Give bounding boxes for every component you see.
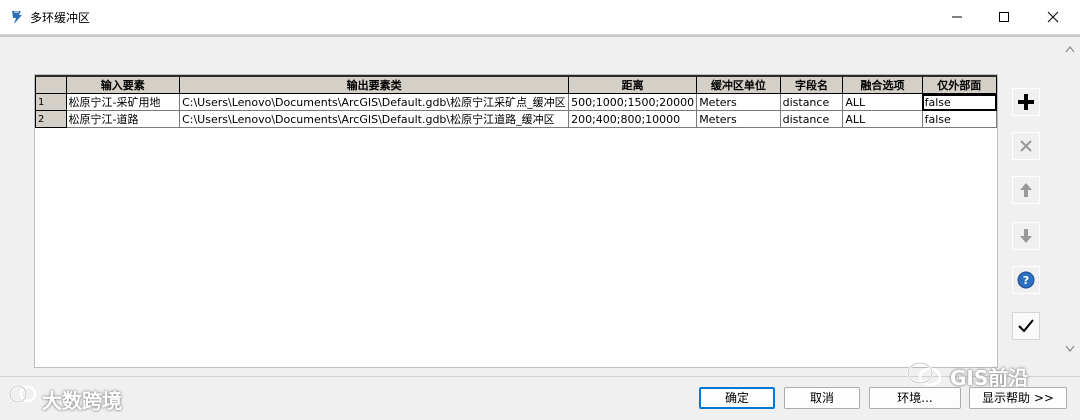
row-number[interactable]: 2	[35, 110, 67, 128]
add-row-button[interactable]	[1012, 88, 1040, 116]
scroll-down-icon[interactable]	[1065, 345, 1075, 353]
cell-input[interactable]: 松原宁江-采矿用地	[65, 93, 181, 111]
column-header-output[interactable]: 输出要素类	[179, 75, 570, 94]
help-icon: ?	[1017, 271, 1035, 289]
cell-dissolve[interactable]: ALL	[842, 93, 923, 111]
move-down-button[interactable]	[1012, 222, 1040, 250]
vertical-scrollbar[interactable]	[1062, 37, 1078, 367]
table-row[interactable]: 1 松原宁江-采矿用地 C:\Users\Lenovo\Documents\Ar…	[35, 93, 997, 111]
column-header-field[interactable]: 字段名	[779, 75, 844, 94]
minimize-icon	[952, 16, 962, 18]
environments-button[interactable]: 环境...	[869, 387, 961, 409]
move-up-button[interactable]	[1012, 176, 1040, 204]
cell-outside-only[interactable]: false	[921, 110, 997, 128]
delete-row-button[interactable]	[1012, 132, 1040, 160]
table-row[interactable]: 2 松原宁江-道路 C:\Users\Lenovo\Documents\ArcG…	[35, 110, 997, 128]
app-icon	[12, 11, 22, 24]
batch-table: 输入要素 输出要素类 距离 缓冲区单位 字段名 融合选项 仅外部面 1 松原宁江…	[35, 75, 997, 128]
svg-text:?: ?	[1023, 274, 1029, 287]
close-button[interactable]	[1030, 0, 1076, 34]
ok-button[interactable]: 确定	[699, 387, 775, 409]
batch-grid[interactable]: 输入要素 输出要素类 距离 缓冲区单位 字段名 融合选项 仅外部面 1 松原宁江…	[34, 74, 998, 368]
cell-distance[interactable]: 500;1000;1500;20000	[568, 93, 698, 111]
divider	[0, 35, 1080, 37]
column-header-distance[interactable]: 距离	[568, 75, 698, 94]
cell-field[interactable]: distance	[779, 93, 844, 111]
corner-header	[35, 75, 67, 94]
watermark-left: 大数跨境	[42, 389, 122, 413]
cell-outside-only[interactable]: false	[921, 93, 997, 111]
show-help-button[interactable]: 显示帮助 >>	[969, 387, 1067, 409]
add-icon	[1018, 94, 1034, 110]
check-icon	[1018, 319, 1034, 333]
table-header-row: 输入要素 输出要素类 距离 缓冲区单位 字段名 融合选项 仅外部面	[35, 75, 997, 94]
title-bar: 多环缓冲区	[0, 0, 1080, 35]
cell-unit[interactable]: Meters	[696, 93, 781, 111]
wechat-icon	[906, 361, 942, 387]
minimize-button[interactable]	[934, 0, 980, 34]
validate-button[interactable]	[1012, 312, 1040, 340]
column-header-dissolve[interactable]: 融合选项	[842, 75, 923, 94]
watermark-logo-icon	[8, 384, 37, 404]
cell-dissolve[interactable]: ALL	[842, 110, 923, 128]
window-title: 多环缓冲区	[30, 11, 91, 25]
cell-unit[interactable]: Meters	[696, 110, 781, 128]
column-header-input[interactable]: 输入要素	[65, 75, 181, 94]
maximize-icon	[999, 12, 1009, 22]
scroll-up-icon[interactable]	[1065, 45, 1075, 53]
delete-icon	[1020, 140, 1032, 152]
tool-help-button[interactable]: ?	[1012, 266, 1040, 294]
move-up-icon	[1020, 183, 1032, 197]
cell-output[interactable]: C:\Users\Lenovo\Documents\ArcGIS\Default…	[179, 93, 570, 111]
cell-output[interactable]: C:\Users\Lenovo\Documents\ArcGIS\Default…	[179, 110, 570, 128]
close-icon	[1047, 11, 1059, 23]
cell-input[interactable]: 松原宁江-道路	[65, 110, 181, 128]
maximize-button[interactable]	[981, 0, 1027, 34]
column-header-outside-only[interactable]: 仅外部面	[921, 75, 997, 94]
cell-distance[interactable]: 200;400;800;10000	[568, 110, 698, 128]
column-header-unit[interactable]: 缓冲区单位	[696, 75, 781, 94]
move-down-icon	[1020, 229, 1032, 243]
row-number[interactable]: 1	[35, 93, 67, 111]
cancel-button[interactable]: 取消	[784, 387, 860, 409]
cell-field[interactable]: distance	[779, 110, 844, 128]
